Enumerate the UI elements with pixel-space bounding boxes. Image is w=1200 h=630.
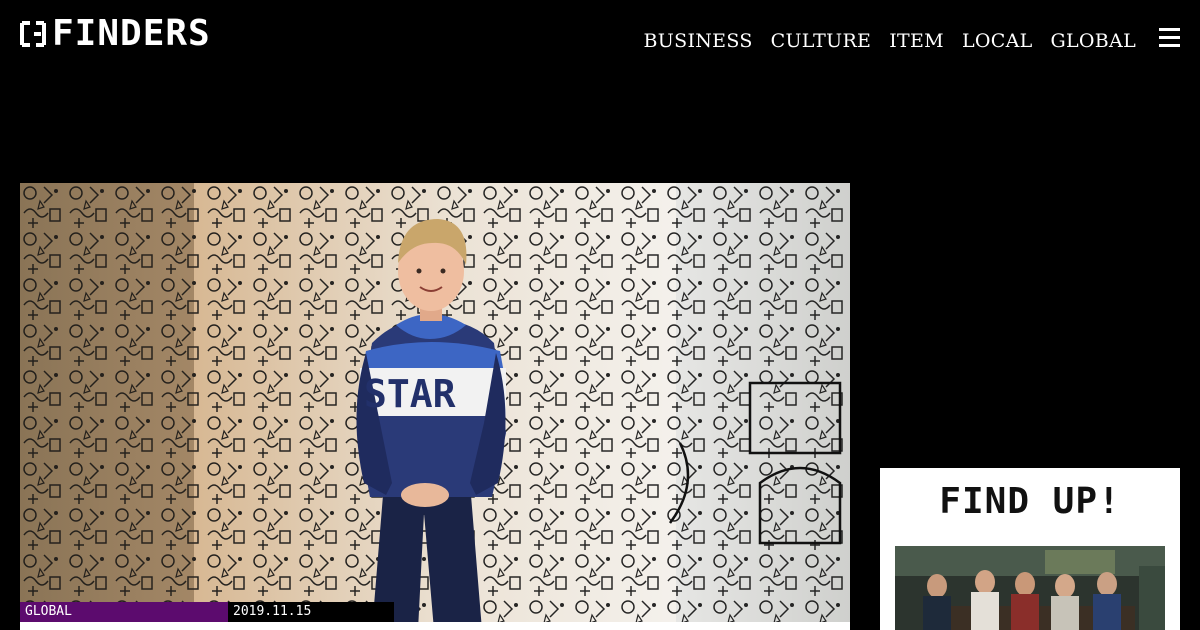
findup-thumbnail[interactable] — [895, 546, 1165, 630]
menu-bar — [1159, 28, 1180, 31]
findup-widget: FIND UP! — [880, 468, 1180, 630]
menu-bar — [1159, 36, 1180, 39]
findup-thumbnail-image — [895, 546, 1165, 630]
sweater-text: STAR — [364, 372, 456, 416]
nav-item-item[interactable]: ITEM — [889, 30, 944, 52]
logo-bracket-icon — [20, 21, 46, 47]
hero-article-card[interactable]: STAR GLOBAL 2019.11.15 — [20, 183, 850, 630]
nav-item-culture[interactable]: CULTURE — [771, 30, 872, 52]
nav-item-local[interactable]: LOCAL — [962, 30, 1033, 52]
nav-item-global[interactable]: GLOBAL — [1051, 30, 1136, 52]
logo-text: FINDERS — [52, 13, 211, 54]
article-meta: GLOBAL 2019.11.15 — [20, 602, 394, 622]
site-logo[interactable]: FINDERS — [20, 14, 211, 54]
menu-bar — [1159, 44, 1180, 47]
findup-title: FIND UP! — [939, 481, 1121, 522]
hamburger-menu-icon[interactable] — [1159, 28, 1180, 47]
hero-caption-strip — [20, 622, 850, 630]
nav-item-business[interactable]: BUSINESS — [644, 30, 753, 52]
article-date: 2019.11.15 — [228, 602, 394, 622]
main-nav: BUSINESS CULTURE ITEM LOCAL GLOBAL — [644, 30, 1136, 52]
hero-image: STAR — [20, 183, 850, 630]
category-badge[interactable]: GLOBAL — [20, 602, 228, 622]
